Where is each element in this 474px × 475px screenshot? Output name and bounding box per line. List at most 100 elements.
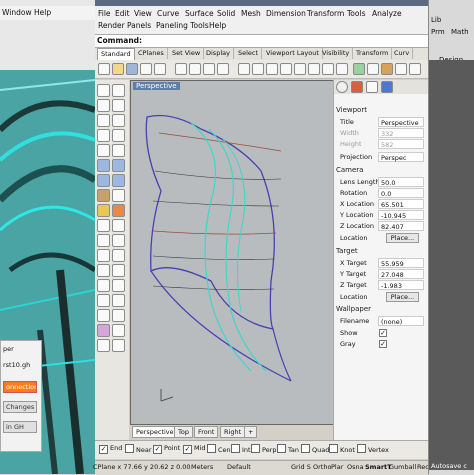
- help-tab-icon[interactable]: [381, 81, 393, 93]
- wallpaper-filename-field[interactable]: (none): [378, 316, 424, 326]
- point-icon[interactable]: [112, 84, 125, 97]
- vtab-perspective[interactable]: Perspective: [132, 426, 178, 438]
- select-arrow-icon[interactable]: [97, 84, 110, 97]
- menu-paneling-tools[interactable]: Paneling Tools: [156, 21, 209, 30]
- rotation-field[interactable]: 0.0: [378, 188, 424, 198]
- menu-render[interactable]: Render: [98, 21, 125, 30]
- loft-icon[interactable]: [112, 159, 125, 172]
- tab-cplanes[interactable]: CPlanes: [135, 48, 168, 59]
- render-icon[interactable]: [381, 63, 393, 75]
- vtab-right[interactable]: Right: [220, 426, 246, 438]
- import-icon[interactable]: [154, 63, 166, 75]
- menu-dimension[interactable]: Dimension: [266, 9, 306, 18]
- camera-place-button[interactable]: Place...: [386, 233, 419, 243]
- surface-icon[interactable]: [97, 159, 110, 172]
- fillet-icon[interactable]: [112, 204, 125, 217]
- menu-surface[interactable]: Surface: [185, 9, 214, 18]
- materials-icon[interactable]: [395, 63, 407, 75]
- circle-icon[interactable]: [97, 129, 110, 142]
- print-icon[interactable]: [140, 63, 152, 75]
- polyline-icon[interactable]: [97, 99, 110, 112]
- mirror-icon[interactable]: [97, 249, 110, 262]
- select-icon[interactable]: [336, 63, 348, 75]
- rectangle-icon[interactable]: [112, 144, 125, 157]
- projection-select[interactable]: Perspec: [378, 152, 424, 162]
- menu-solid[interactable]: Solid: [217, 9, 235, 18]
- layer-label[interactable]: Default: [227, 463, 251, 471]
- tab-set-view[interactable]: Set View: [169, 48, 205, 59]
- zoom-selected-icon[interactable]: [308, 63, 320, 75]
- sphere-icon[interactable]: [112, 174, 125, 187]
- mode-smarttrack[interactable]: SmartT: [365, 463, 392, 471]
- osnap-mid[interactable]: ✓ Mid: [183, 444, 206, 454]
- layers-tab-icon[interactable]: [351, 81, 363, 93]
- copy-icon[interactable]: [189, 63, 201, 75]
- tab-visibility[interactable]: Visibility: [319, 48, 354, 59]
- analyze-icon[interactable]: [97, 339, 110, 352]
- menu-edit[interactable]: Edit: [115, 9, 130, 18]
- tab-standard[interactable]: Standard: [97, 48, 135, 60]
- trim-icon[interactable]: [97, 279, 110, 292]
- osnap-knot[interactable]: Knot: [329, 444, 355, 454]
- menu-analyze[interactable]: Analyze: [372, 9, 402, 18]
- menu-tools[interactable]: Tools: [347, 9, 365, 18]
- array-icon[interactable]: [112, 249, 125, 262]
- options-icon[interactable]: [409, 63, 421, 75]
- mode-gumball[interactable]: Gumball: [389, 463, 416, 471]
- pan-icon[interactable]: [238, 63, 250, 75]
- osnap-near[interactable]: Near: [125, 444, 152, 454]
- x-target-field[interactable]: 55.959: [378, 258, 424, 268]
- box-icon[interactable]: [97, 174, 110, 187]
- lock-icon[interactable]: [112, 324, 125, 337]
- vtab-front[interactable]: Front: [194, 426, 219, 438]
- z-target-field[interactable]: -1.983: [378, 280, 424, 290]
- vtab-top[interactable]: Top: [174, 426, 193, 438]
- mesh-icon[interactable]: [112, 189, 125, 202]
- menu-transform[interactable]: Transform: [307, 9, 344, 18]
- y-location-field[interactable]: -10.945: [378, 210, 424, 220]
- right-tab-lib[interactable]: Lib: [431, 16, 441, 24]
- zoom-icon[interactable]: [266, 63, 278, 75]
- mode-osnap[interactable]: Osna: [347, 463, 364, 471]
- rotate-icon[interactable]: [97, 234, 110, 247]
- y-target-field[interactable]: 27.048: [378, 269, 424, 279]
- title-field[interactable]: Perspective: [378, 117, 424, 127]
- ellipse-icon[interactable]: [97, 144, 110, 157]
- save-icon[interactable]: [126, 63, 138, 75]
- right-tab-prm[interactable]: Prm: [431, 28, 445, 36]
- z-location-field[interactable]: 82.407: [378, 221, 424, 231]
- split-icon[interactable]: [112, 279, 125, 292]
- dimension-icon[interactable]: [112, 309, 125, 322]
- curve-icon[interactable]: [97, 114, 110, 127]
- perspective-viewport[interactable]: Perspective: [130, 80, 334, 425]
- osnap-quad[interactable]: Quad: [301, 444, 329, 454]
- osnap-perp[interactable]: Perp: [251, 444, 277, 454]
- tab-display[interactable]: Display: [203, 48, 234, 59]
- zoom-window-icon[interactable]: [280, 63, 292, 75]
- mode-planar[interactable]: Plar: [331, 463, 343, 471]
- copy-object-icon[interactable]: [112, 219, 125, 232]
- boolean-icon[interactable]: [97, 204, 110, 217]
- properties-tab-icon[interactable]: [336, 81, 348, 93]
- arc-icon[interactable]: [112, 129, 125, 142]
- menu-panels[interactable]: Panels: [127, 21, 151, 30]
- target-place-button[interactable]: Place...: [386, 292, 419, 302]
- show-checkbox[interactable]: ✓: [379, 329, 387, 337]
- explode-icon[interactable]: [112, 264, 125, 277]
- open-file-icon[interactable]: [112, 63, 124, 75]
- extrude-icon[interactable]: [97, 189, 110, 202]
- tab-curve[interactable]: Curv: [391, 48, 414, 59]
- tab-select[interactable]: Select: [235, 48, 263, 59]
- join-icon[interactable]: [97, 264, 110, 277]
- display-tab-icon[interactable]: [366, 81, 378, 93]
- tab-viewport-layout[interactable]: Viewport Layout: [263, 48, 323, 59]
- x-location-field[interactable]: 65.501: [378, 199, 424, 209]
- render-tool-icon[interactable]: [112, 339, 125, 352]
- mode-grid-snap[interactable]: Grid S: [291, 463, 311, 471]
- gray-checkbox[interactable]: ✓: [379, 340, 387, 348]
- osnap-int[interactable]: Int: [231, 444, 251, 454]
- move-icon[interactable]: [97, 219, 110, 232]
- properties-icon[interactable]: [367, 63, 379, 75]
- add-viewport-tab[interactable]: +: [244, 426, 258, 438]
- menu-file[interactable]: File: [98, 9, 111, 18]
